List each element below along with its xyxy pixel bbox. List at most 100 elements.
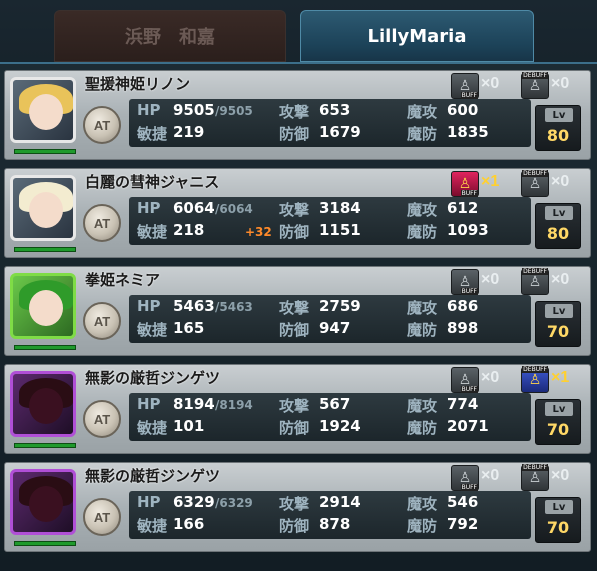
atk-label: 攻撃 (279, 103, 310, 121)
atk-value: 2759 (319, 297, 361, 315)
unit-list: 聖援神姫リノン AT HP 9505 /9505 攻撃 653 魔攻 600 敏… (0, 62, 597, 571)
unit-name: 拳姫ネミア (85, 271, 161, 289)
unit-card[interactable]: 白麗の彗神ジャニス AT HP 6064 /6064 攻撃 3184 魔攻 61… (4, 168, 591, 258)
atk-value: 567 (319, 395, 351, 413)
hp-label: HP (137, 493, 161, 511)
mdef-value: 1835 (447, 123, 489, 141)
def-label: 防御 (279, 223, 310, 241)
matk-value: 774 (447, 395, 479, 413)
mdef-value: 792 (447, 515, 479, 533)
stats-panel: HP 5463 /5463 攻撃 2759 魔攻 686 敏捷 165 防御 9… (129, 295, 531, 343)
matk-value: 612 (447, 199, 479, 217)
agi-value: 166 (173, 515, 205, 533)
hp-value: 6329 (173, 493, 215, 511)
def-value: 947 (319, 319, 351, 337)
at-badge: AT (83, 498, 121, 536)
hp-label: HP (137, 101, 161, 119)
hp-bar (14, 345, 76, 350)
unit-portrait (10, 469, 76, 535)
unit-card[interactable]: 無影の厳哲ジンゲツ AT HP 6329 /6329 攻撃 2914 魔攻 54… (4, 462, 591, 552)
unit-card[interactable]: 拳姫ネミア AT HP 5463 /5463 攻撃 2759 魔攻 686 敏捷… (4, 266, 591, 356)
tab-player-2[interactable]: LillyMaria (300, 10, 534, 62)
unit-name: 無影の厳哲ジンゲツ (85, 369, 221, 387)
agi-value: 219 (173, 123, 205, 141)
level-box: Lv 80 (535, 203, 581, 249)
hp-max: /8194 (215, 398, 253, 412)
matk-value: 686 (447, 297, 479, 315)
level-box: Lv 70 (535, 399, 581, 445)
matk-label: 魔攻 (407, 201, 438, 219)
def-value: 1924 (319, 417, 361, 435)
buff-count: ×0 (481, 75, 500, 92)
agi-label: 敏捷 (137, 223, 168, 241)
agi-value: 165 (173, 319, 205, 337)
agi-label: 敏捷 (137, 321, 168, 339)
unit-name: 無影の厳哲ジンゲツ (85, 467, 221, 485)
hp-value: 9505 (173, 101, 215, 119)
def-value: 1679 (319, 123, 361, 141)
unit-name: 白麗の彗神ジャニス (85, 173, 220, 191)
atk-label: 攻撃 (279, 495, 310, 513)
level-label: Lv (545, 402, 573, 416)
agi-label: 敏捷 (137, 419, 168, 437)
atk-label: 攻撃 (279, 201, 310, 219)
matk-value: 600 (447, 101, 479, 119)
buff-count: ×1 (481, 173, 500, 190)
level-label: Lv (545, 304, 573, 318)
stats-panel: HP 6064 /6064 攻撃 3184 魔攻 612 敏捷 218 +32 … (129, 197, 531, 245)
stats-panel: HP 6329 /6329 攻撃 2914 魔攻 546 敏捷 166 防御 8… (129, 491, 531, 539)
debuff-icon: ♙ DEBUFF (521, 464, 549, 491)
hp-bar (14, 541, 76, 546)
agi-value: 101 (173, 417, 205, 435)
atk-label: 攻撃 (279, 299, 310, 317)
buff-icon: ♙ BUFF (451, 367, 479, 393)
matk-value: 546 (447, 493, 479, 511)
debuff-count: ×0 (551, 173, 570, 190)
unit-portrait (10, 371, 76, 437)
debuff-count: ×0 (551, 75, 570, 92)
unit-portrait (10, 273, 76, 339)
unit-card[interactable]: 聖援神姫リノン AT HP 9505 /9505 攻撃 653 魔攻 600 敏… (4, 70, 591, 160)
level-value: 70 (546, 518, 570, 537)
hp-label: HP (137, 199, 161, 217)
def-value: 1151 (319, 221, 361, 239)
stats-panel: HP 9505 /9505 攻撃 653 魔攻 600 敏捷 219 防御 16… (129, 99, 531, 147)
hp-max: /5463 (215, 300, 253, 314)
agi-bonus: +32 (245, 225, 272, 239)
hp-bar (14, 247, 76, 252)
level-value: 70 (546, 322, 570, 341)
level-value: 80 (546, 224, 570, 243)
matk-label: 魔攻 (407, 299, 438, 317)
debuff-count: ×0 (551, 271, 570, 288)
unit-card[interactable]: 無影の厳哲ジンゲツ AT HP 8194 /8194 攻撃 567 魔攻 774… (4, 364, 591, 454)
unit-name: 聖援神姫リノン (85, 75, 191, 93)
hp-value: 5463 (173, 297, 215, 315)
def-label: 防御 (279, 321, 310, 339)
level-label: Lv (545, 500, 573, 514)
mdef-value: 1093 (447, 221, 489, 239)
debuff-icon: ♙ DEBUFF (521, 170, 549, 197)
level-value: 80 (546, 126, 570, 145)
agi-label: 敏捷 (137, 517, 168, 535)
buff-icon: ♙ BUFF (451, 269, 479, 295)
at-badge: AT (83, 106, 121, 144)
buff-icon: ♙ BUFF (451, 73, 479, 99)
buff-count: ×0 (481, 369, 500, 386)
level-label: Lv (545, 108, 573, 122)
atk-value: 3184 (319, 199, 361, 217)
hp-label: HP (137, 395, 161, 413)
tab-bar: 浜野 和嘉 LillyMaria (54, 10, 534, 62)
tab-player-1[interactable]: 浜野 和嘉 (54, 10, 286, 62)
debuff-count: ×0 (551, 467, 570, 484)
buff-icon: ♙ BUFF (451, 465, 479, 491)
hp-bar (14, 149, 76, 154)
matk-label: 魔攻 (407, 495, 438, 513)
hp-label: HP (137, 297, 161, 315)
mdef-label: 魔防 (407, 321, 438, 339)
hp-max: /6064 (215, 202, 253, 216)
level-box: Lv 70 (535, 497, 581, 543)
atk-value: 2914 (319, 493, 361, 511)
atk-label: 攻撃 (279, 397, 310, 415)
debuff-icon: ♙ DEBUFF (521, 72, 549, 99)
def-value: 878 (319, 515, 351, 533)
